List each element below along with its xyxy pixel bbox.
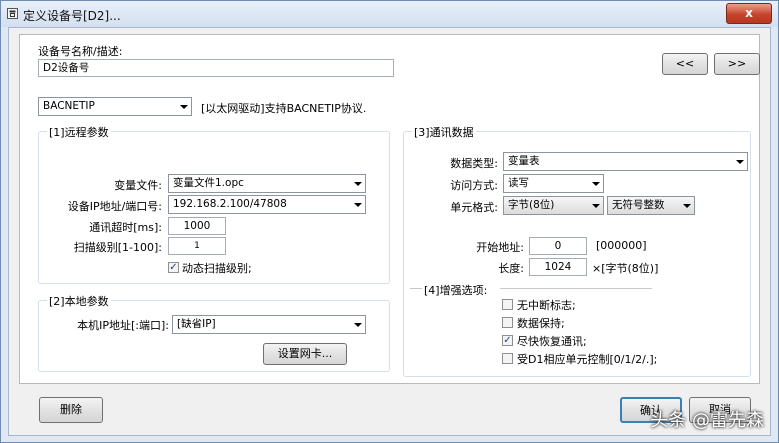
driver-select[interactable]: BACNETIP <box>38 97 192 116</box>
scan-level-input[interactable]: 1 <box>168 237 226 255</box>
d1-control-label: 受D1相应单元控制[0/1/2/.]; <box>517 353 658 366</box>
local-params-title: [2]本地参数 <box>47 293 111 309</box>
device-name-input[interactable]: D2设备号 <box>38 59 394 77</box>
fast-recover-label: 尽快恢复通讯; <box>517 335 587 348</box>
var-file-value: 变量文件1.opc <box>173 177 244 189</box>
timeout-input[interactable]: 1000 <box>168 217 226 235</box>
scan-level-label: 扫描级别[1-100]: <box>73 241 162 254</box>
prev-device-button[interactable]: << <box>662 53 708 75</box>
data-type-select[interactable]: 变量表 <box>503 152 748 171</box>
local-ip-value: [缺省IP] <box>177 318 216 330</box>
chevron-down-icon <box>592 204 600 208</box>
close-icon: x <box>745 6 753 20</box>
title-bar[interactable]: 定义设备号[D2]... x <box>1 1 778 27</box>
local-ip-select[interactable]: [缺省IP] <box>172 315 366 334</box>
ip-select[interactable]: 192.168.2.100/47808 <box>168 195 366 214</box>
length-input[interactable]: 1024 <box>529 258 587 276</box>
chevron-down-icon <box>354 323 362 327</box>
comm-data-title: [3]通讯数据 <box>412 124 476 140</box>
data-hold-checkbox[interactable] <box>502 317 513 328</box>
no-interrupt-checkbox[interactable] <box>502 299 513 310</box>
device-name-label: 设备号名称/描述: <box>38 45 123 58</box>
timeout-label: 通讯超时[ms]: <box>89 221 162 234</box>
fast-recover-checkbox[interactable]: ✓ <box>502 335 513 346</box>
length-label: 长度: <box>498 262 524 275</box>
sign-format-select[interactable]: 无符号整数 <box>607 196 695 215</box>
remote-params-title: [1]远程参数 <box>47 124 111 140</box>
start-address-label: 开始地址: <box>476 241 524 254</box>
delete-button[interactable]: 删除 <box>39 397 103 423</box>
next-device-button[interactable]: >> <box>714 53 760 75</box>
unit-format-label: 单元格式: <box>450 201 498 214</box>
start-address-input[interactable]: 0 <box>529 237 587 255</box>
sign-format-value: 无符号整数 <box>612 199 665 211</box>
remote-params-group: [1]远程参数 变量文件: 变量文件1.opc 设备IP地址/端口号: 192.… <box>38 124 390 284</box>
enhance-title: [4]增强选项: <box>424 284 488 297</box>
chevron-down-icon <box>592 182 600 186</box>
app-icon <box>7 8 18 19</box>
local-ip-label: 本机IP地址[:端口]: <box>77 319 169 332</box>
comm-data-group: [3]通讯数据 数据类型: 变量表 访问方式: 读写 单元格式: 字节(8位) <box>403 124 751 377</box>
chevron-down-icon <box>354 182 362 186</box>
local-params-group: [2]本地参数 本机IP地址[:端口]: [缺省IP] 设置网卡... <box>38 293 390 372</box>
dialog-window: 定义设备号[D2]... x 设备号名称/描述: D2设备号 << >> BAC… <box>0 0 779 443</box>
access-select[interactable]: 读写 <box>503 174 604 193</box>
access-value: 读写 <box>508 177 529 189</box>
driver-select-value: BACNETIP <box>43 100 95 112</box>
no-interrupt-label: 无中断标志; <box>517 299 576 312</box>
dialog-body: 设备号名称/描述: D2设备号 << >> BACNETIP [以太网驱动]支持… <box>8 27 771 436</box>
unit-format-value: 字节(8位) <box>508 199 555 211</box>
setup-nic-button[interactable]: 设置网卡... <box>263 343 347 365</box>
ip-value: 192.168.2.100/47808 <box>173 198 287 210</box>
data-hold-label: 数据保持; <box>517 317 565 330</box>
chevron-down-icon <box>180 105 188 109</box>
ip-label: 设备IP地址/端口号: <box>67 200 162 213</box>
d1-control-checkbox[interactable] <box>502 353 513 364</box>
dynamic-scan-label: 动态扫描级别; <box>182 262 252 275</box>
chevron-down-icon <box>683 204 691 208</box>
length-unit: ×[字节(8位)] <box>592 262 659 275</box>
window-title: 定义设备号[D2]... <box>23 9 121 23</box>
enhance-divider-right <box>500 288 652 289</box>
enhance-divider-left <box>410 288 422 289</box>
unit-format-select[interactable]: 字节(8位) <box>503 196 604 215</box>
watermark-text: 头条 @雷先森 <box>650 410 764 431</box>
main-panel: 设备号名称/描述: D2设备号 << >> BACNETIP [以太网驱动]支持… <box>19 34 760 384</box>
chevron-down-icon <box>736 160 744 164</box>
chevron-down-icon <box>354 203 362 207</box>
data-type-label: 数据类型: <box>450 157 498 170</box>
var-file-select[interactable]: 变量文件1.opc <box>168 174 366 193</box>
var-file-label: 变量文件: <box>114 179 162 192</box>
close-button[interactable]: x <box>726 3 772 24</box>
start-address-hex: [000000] <box>596 239 647 252</box>
access-label: 访问方式: <box>450 179 498 192</box>
driver-description: [以太网驱动]支持BACNETIP协议. <box>201 102 367 115</box>
data-type-value: 变量表 <box>508 155 540 167</box>
dynamic-scan-checkbox[interactable]: ✓ <box>168 262 179 273</box>
